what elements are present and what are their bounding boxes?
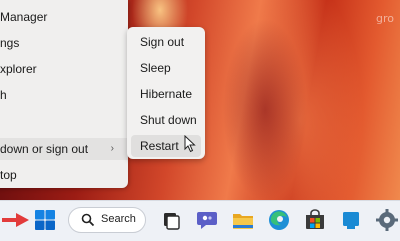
menu-item-label: down or sign out bbox=[0, 142, 89, 156]
menu-item-settings[interactable]: ngs bbox=[0, 32, 19, 54]
menu-item-shut-down-or-sign-out[interactable]: down or sign out › bbox=[0, 138, 128, 160]
edge-icon[interactable] bbox=[266, 207, 292, 233]
settings-icon[interactable] bbox=[374, 207, 400, 233]
shut-down-option[interactable]: Shut down bbox=[131, 109, 201, 131]
hibernate-option[interactable]: Hibernate bbox=[131, 83, 201, 105]
quick-link-menu: Manager ngs xplorer h down or sign out ›… bbox=[0, 0, 128, 188]
pinned-app-icon[interactable] bbox=[338, 207, 364, 233]
option-label: Restart bbox=[140, 139, 179, 153]
menu-item-search[interactable]: h bbox=[0, 84, 7, 106]
search-icon bbox=[81, 213, 95, 227]
search-label: Search bbox=[101, 213, 136, 225]
taskbar-search-box[interactable]: Search bbox=[68, 207, 146, 233]
arrow-annotation-icon bbox=[2, 213, 29, 227]
task-view-icon[interactable] bbox=[158, 207, 184, 233]
option-label: Shut down bbox=[140, 113, 197, 127]
menu-item-label: h bbox=[0, 88, 7, 102]
option-label: Sleep bbox=[140, 61, 171, 75]
menu-item-label: top bbox=[0, 168, 17, 182]
option-label: Hibernate bbox=[140, 87, 193, 101]
microsoft-store-icon[interactable] bbox=[302, 207, 328, 233]
menu-item-file-explorer[interactable]: xplorer bbox=[0, 58, 37, 80]
sign-out-option[interactable]: Sign out bbox=[131, 31, 201, 53]
chevron-right-icon: › bbox=[110, 143, 114, 154]
menu-item-task-manager[interactable]: Manager bbox=[0, 6, 47, 28]
option-label: Sign out bbox=[140, 35, 185, 49]
watermark: gro bbox=[376, 12, 394, 25]
sleep-option[interactable]: Sleep bbox=[131, 57, 201, 79]
menu-item-label: xplorer bbox=[0, 62, 37, 76]
menu-item-desktop[interactable]: top bbox=[0, 164, 17, 186]
file-explorer-icon[interactable] bbox=[230, 207, 256, 233]
menu-item-label: ngs bbox=[0, 36, 20, 50]
mouse-cursor-icon bbox=[184, 135, 196, 153]
windows-start-icon[interactable] bbox=[32, 207, 58, 233]
teams-chat-icon[interactable] bbox=[194, 207, 220, 233]
menu-item-label: Manager bbox=[0, 10, 48, 24]
